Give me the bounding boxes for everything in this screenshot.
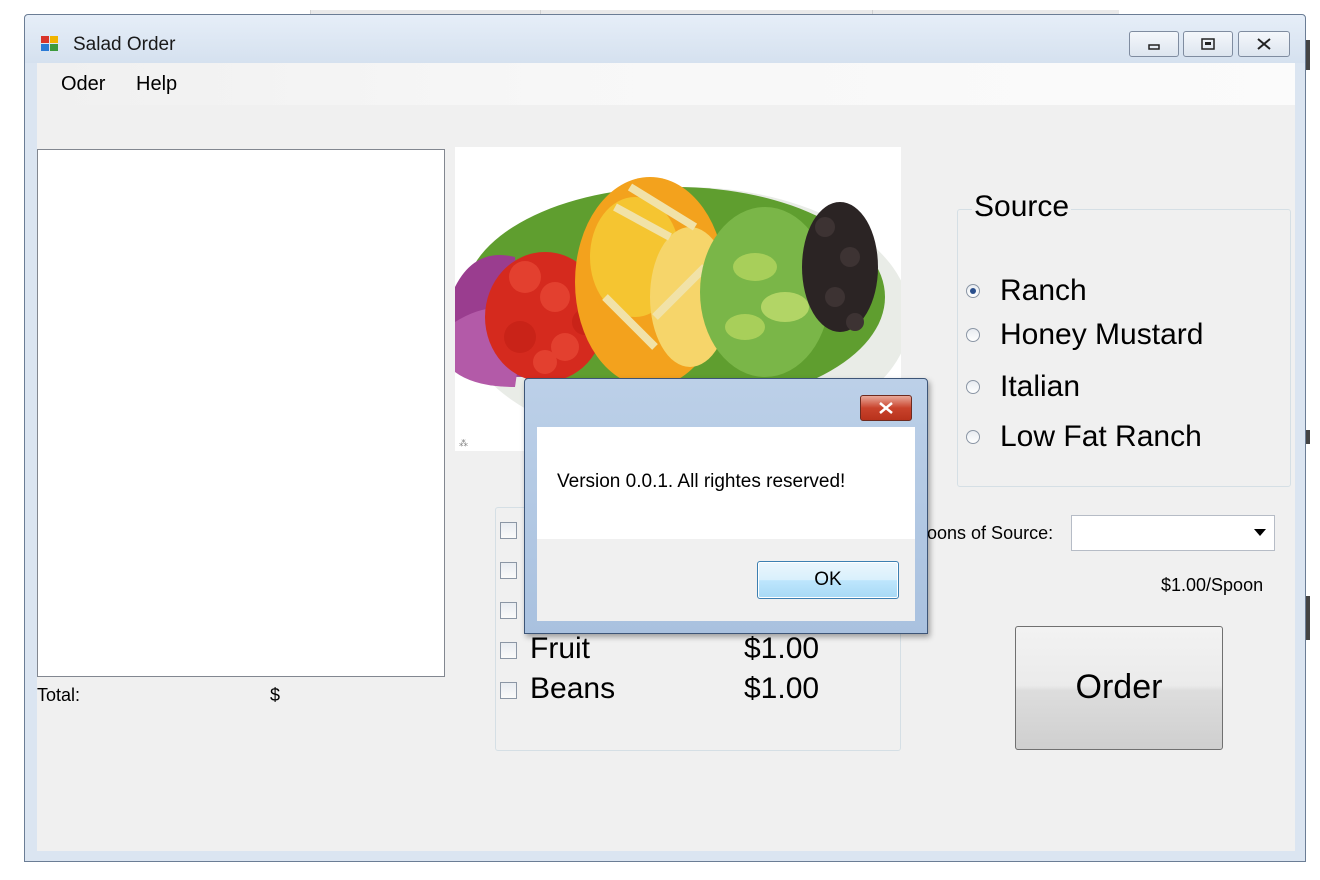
background-edge [1306,40,1310,70]
radio-button-selected[interactable] [966,284,980,298]
dialog-close-button[interactable] [860,395,912,421]
spoons-label: poons of Source: [917,523,1054,543]
radio-label: Honey Mustard [1000,318,1204,351]
close-icon [879,402,893,414]
radio-label: Low Fat Ranch [1000,420,1202,453]
background-edge [1306,430,1310,444]
spoons-combobox[interactable] [1071,515,1275,551]
source-group-title: Source [972,190,1072,224]
close-button[interactable] [1238,31,1290,57]
title-bar[interactable]: Salad Order [25,15,1305,63]
dialog-body: Version 0.0.1. All rightes reserved! [537,427,915,539]
background-edge [1306,596,1310,640]
restore-button[interactable] [1183,31,1233,57]
source-groupbox: Source Ranch Honey Mustard Italian Low F… [957,190,1291,487]
menu-oder[interactable]: Oder [61,73,105,96]
radio-button[interactable] [966,328,980,342]
image-watermark: ⁂ [459,438,468,448]
checkbox[interactable] [500,562,517,579]
topping-name: Beans [530,672,616,705]
restore-icon [1201,38,1215,50]
topping-name: Fruit [530,632,590,665]
checkbox[interactable] [500,682,517,699]
order-listbox[interactable] [37,149,445,677]
radio-button[interactable] [966,380,980,394]
total-value: $ [270,685,281,705]
topping-price: $1.00 [744,672,820,705]
price-per-spoon: $1.00/Spoon [1161,575,1264,595]
checkbox[interactable] [500,522,517,539]
window-title: Salad Order [73,34,176,55]
total-label: Total: [37,685,81,705]
radio-button[interactable] [966,430,980,444]
menu-help[interactable]: Help [136,73,177,96]
dialog-message: Version 0.0.1. All rightes reserved! [557,471,846,492]
topping-price: $1.00 [744,632,820,665]
order-button[interactable]: Order [1015,626,1223,750]
minimize-button[interactable] [1129,31,1179,57]
radio-label: Italian [1000,370,1081,403]
minimize-icon [1148,44,1160,50]
dropdown-arrow-icon[interactable] [1254,529,1266,536]
radio-label: Ranch [1000,274,1087,307]
about-dialog: Version 0.0.1. All rightes reserved! OK [524,378,928,634]
menu-bar: Oder Help [37,63,1295,105]
close-icon [1257,38,1271,50]
ok-button[interactable]: OK [757,561,899,599]
checkbox[interactable] [500,642,517,659]
app-icon [41,36,59,52]
checkbox[interactable] [500,602,517,619]
dialog-footer: OK [537,539,915,621]
